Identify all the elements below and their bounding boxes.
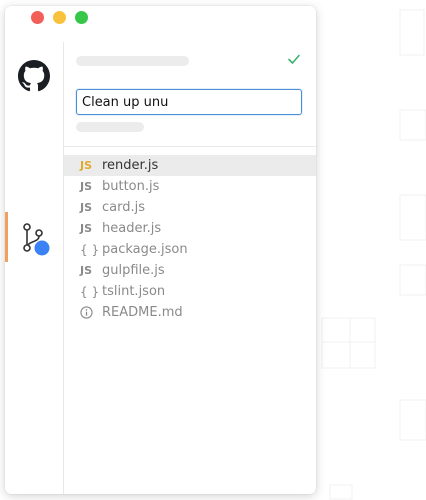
title-bar (5, 6, 316, 42)
maximize-window-button[interactable] (75, 11, 88, 24)
file-item-tslint-json[interactable]: { } tslint.json (64, 281, 316, 302)
divider (64, 146, 316, 147)
close-window-button[interactable] (31, 11, 44, 24)
file-name: render.js (102, 158, 159, 173)
file-item-render-js[interactable]: JS render.js (64, 155, 316, 176)
js-icon: JS (80, 159, 93, 172)
json-icon: { } (80, 242, 100, 257)
file-item-readme-md[interactable]: README.md (64, 302, 316, 323)
js-icon: JS (80, 180, 93, 193)
placeholder-bar (76, 122, 144, 132)
js-icon: JS (80, 201, 93, 214)
file-item-button-js[interactable]: JS button.js (64, 176, 316, 197)
github-icon[interactable] (18, 60, 50, 92)
file-item-card-js[interactable]: JS card.js (64, 197, 316, 218)
json-icon: { } (80, 284, 100, 299)
search-input[interactable] (76, 89, 302, 115)
js-icon: JS (80, 264, 93, 277)
minimize-window-button[interactable] (53, 11, 66, 24)
file-name: header.js (102, 221, 162, 236)
app-window: JS render.js JS button.js JS card.js JS … (5, 6, 316, 494)
file-name: card.js (102, 200, 145, 215)
file-name: tslint.json (102, 284, 166, 299)
file-name: README.md (102, 305, 183, 320)
file-list: JS render.js JS button.js JS card.js JS … (64, 155, 316, 323)
info-icon (80, 306, 100, 319)
file-item-header-js[interactable]: JS header.js (64, 218, 316, 239)
placeholder-bar (76, 56, 189, 66)
file-name: button.js (102, 179, 160, 194)
file-item-gulpfile-js[interactable]: JS gulpfile.js (64, 260, 316, 281)
file-item-package-json[interactable]: { } package.json (64, 239, 316, 260)
notification-dot (34, 240, 50, 256)
active-indicator (5, 212, 8, 262)
main-panel: JS render.js JS button.js JS card.js JS … (64, 42, 316, 494)
git-branch-icon[interactable] (22, 222, 52, 256)
sidebar (5, 42, 64, 494)
file-name: package.json (102, 242, 188, 257)
file-name: gulpfile.js (102, 263, 165, 278)
checkmark-icon (288, 54, 300, 64)
js-icon: JS (80, 222, 93, 235)
